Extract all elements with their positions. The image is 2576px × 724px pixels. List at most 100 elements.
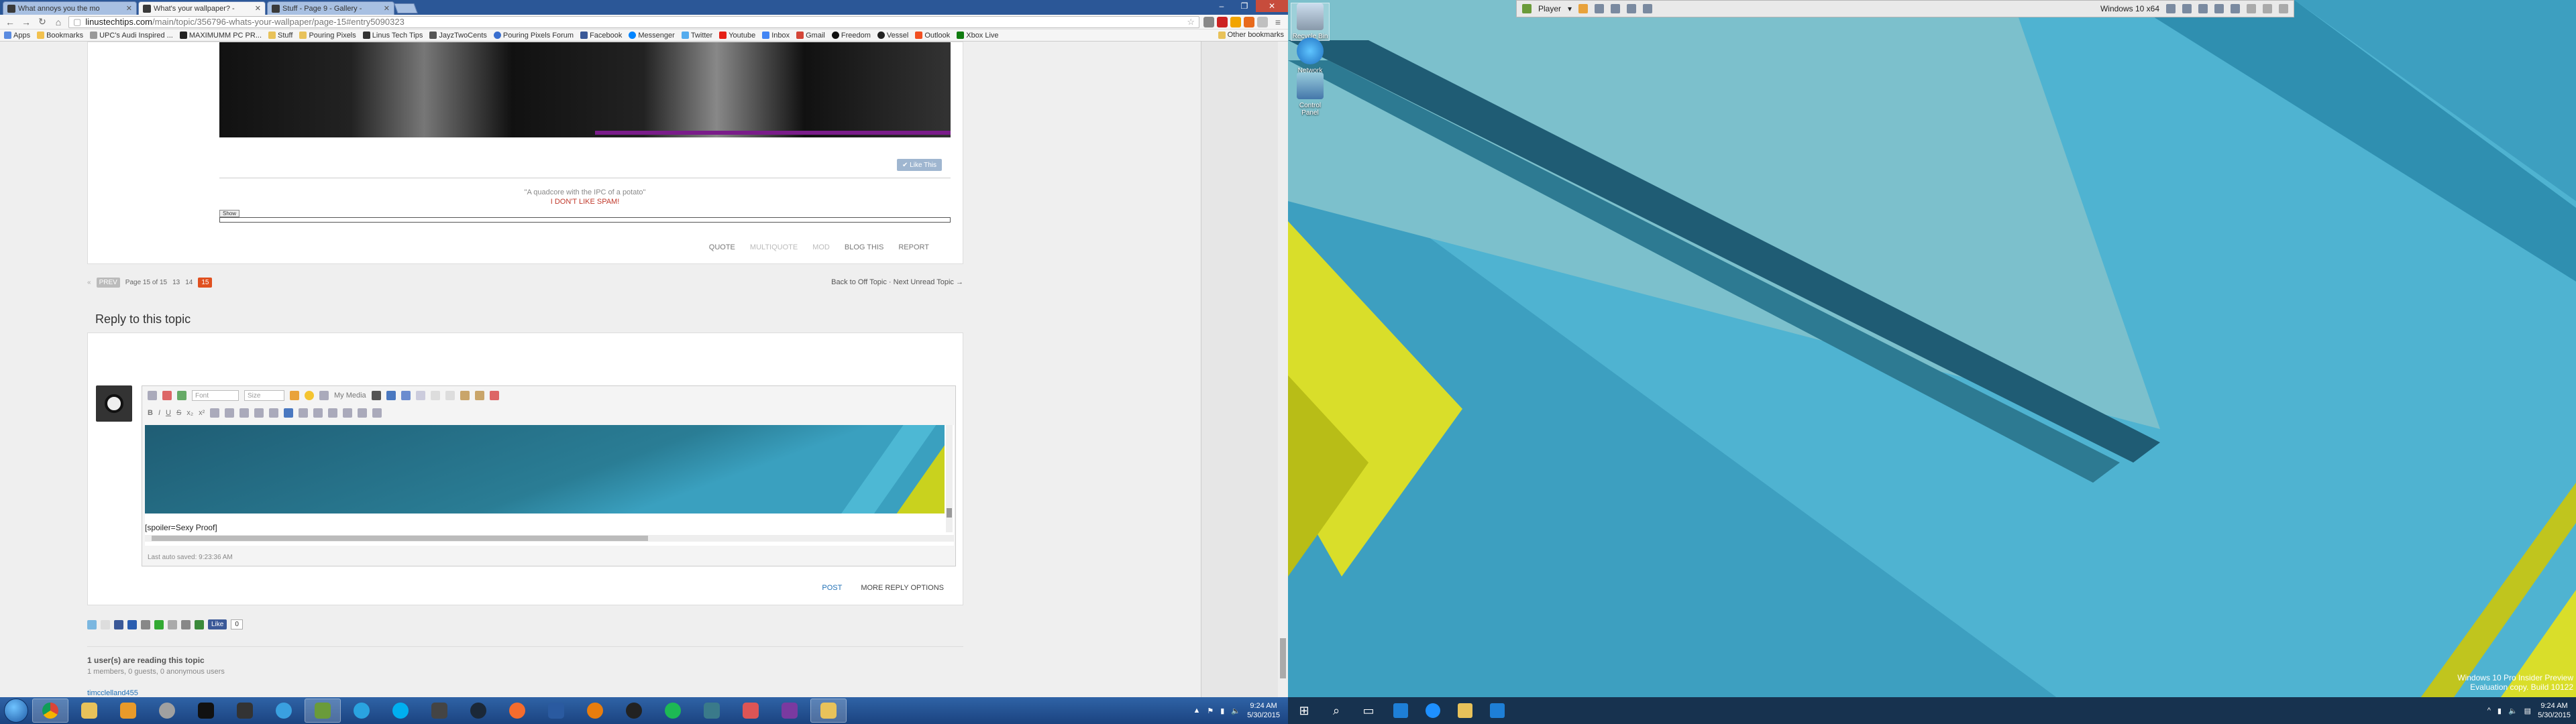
- taskbar-app[interactable]: [616, 699, 652, 723]
- desktop-icon-network[interactable]: Network: [1291, 38, 1330, 74]
- extension-icon[interactable]: [1217, 16, 1228, 27]
- undo-icon[interactable]: [400, 391, 411, 400]
- taskbar-blender[interactable]: [577, 699, 613, 723]
- digg-icon[interactable]: [141, 619, 150, 629]
- network-adapter-icon[interactable]: [2198, 4, 2208, 13]
- tab-wallpaper[interactable]: What's your wallpaper? - ✕: [138, 1, 266, 15]
- post-button[interactable]: POST: [822, 584, 842, 592]
- blog-this-button[interactable]: BLOG THIS: [845, 243, 883, 251]
- reader-username-link[interactable]: timcclelland455: [87, 689, 138, 697]
- close-tab-icon[interactable]: ✕: [126, 4, 132, 13]
- close-tab-icon[interactable]: ✕: [384, 4, 390, 13]
- bookmark-item[interactable]: Apps: [4, 32, 30, 40]
- email-icon[interactable]: [168, 619, 177, 629]
- media-icon[interactable]: [319, 391, 329, 400]
- bookmark-item[interactable]: Vessel: [877, 32, 908, 40]
- bookmark-item[interactable]: Gmail: [796, 32, 825, 40]
- copy-icon[interactable]: [445, 391, 455, 400]
- paste-text-icon[interactable]: [474, 391, 484, 400]
- subscript-icon[interactable]: x₂: [186, 409, 193, 417]
- align-left-icon[interactable]: [328, 408, 338, 418]
- taskbar-app[interactable]: [227, 699, 263, 723]
- code-icon[interactable]: [371, 391, 381, 400]
- bookmark-item[interactable]: Inbox: [762, 32, 790, 40]
- quote-icon[interactable]: [239, 408, 250, 418]
- pause-icon[interactable]: [1578, 4, 1589, 13]
- bookmark-folder[interactable]: Stuff: [268, 32, 292, 40]
- bookmark-item[interactable]: Messenger: [629, 32, 675, 40]
- taskbar-media[interactable]: [110, 699, 146, 723]
- list-icon[interactable]: [177, 391, 186, 400]
- font-select[interactable]: Font: [192, 390, 239, 401]
- justify-icon[interactable]: [372, 408, 382, 418]
- taskbar-app[interactable]: [188, 699, 224, 723]
- removable-devices-icon[interactable]: [1611, 4, 1621, 13]
- editor-content[interactable]: [spoiler=Sexy Proof]: [145, 425, 954, 546]
- minimize-icon[interactable]: –: [1210, 0, 1233, 12]
- bookmark-item[interactable]: Xbox Live: [957, 32, 999, 40]
- address-bar[interactable]: ▢ linustechtips.com/main/topic/356796-wh…: [68, 15, 1199, 28]
- stumble-icon[interactable]: [154, 619, 164, 629]
- topic-nav-links[interactable]: Back to Off Topic · Next Unread Topic →: [831, 278, 963, 286]
- indent-icon[interactable]: [269, 408, 279, 418]
- spoiler-show-button[interactable]: Show: [219, 210, 240, 217]
- italic-icon[interactable]: I: [158, 409, 160, 417]
- unlink-icon[interactable]: [299, 408, 309, 418]
- report-button[interactable]: REPORT: [898, 243, 929, 251]
- page-link[interactable]: 14: [185, 279, 193, 286]
- show-hidden-icons[interactable]: ▲: [1193, 707, 1201, 715]
- bookmark-item[interactable]: Bookmarks: [37, 32, 83, 40]
- taskbar-app[interactable]: [149, 699, 185, 723]
- usb-icon[interactable]: [2214, 4, 2224, 13]
- prev-page-button[interactable]: PREV: [96, 277, 120, 288]
- close-icon[interactable]: [2279, 4, 2288, 13]
- bookmark-item[interactable]: Outlook: [915, 32, 950, 40]
- player-menu[interactable]: Player: [1538, 4, 1561, 13]
- action-center-icon[interactable]: ▤: [2524, 707, 2531, 715]
- link-icon[interactable]: [284, 408, 294, 418]
- taskbar-origin[interactable]: [499, 699, 535, 723]
- numbered-list-icon[interactable]: [225, 408, 235, 418]
- task-view-icon[interactable]: ▭: [1352, 697, 1385, 724]
- bookmark-item[interactable]: MAXIMUMM PC PR...: [179, 32, 262, 40]
- taskbar-app[interactable]: [771, 699, 808, 723]
- taskbar-steam[interactable]: [460, 699, 496, 723]
- desktop-icon-control-panel[interactable]: Control Panel: [1291, 72, 1330, 117]
- clock[interactable]: 9:24 AM 5/30/2015: [1247, 701, 1280, 720]
- maximize-icon[interactable]: ❐: [1233, 0, 1256, 12]
- close-icon[interactable]: ✕: [1256, 0, 1288, 12]
- bookmark-item[interactable]: Pouring Pixels Forum: [493, 32, 574, 40]
- bookmark-item[interactable]: Facebook: [580, 32, 622, 40]
- taskbar-skype[interactable]: [382, 699, 419, 723]
- network-icon[interactable]: ▮: [1220, 707, 1224, 715]
- send-keys-icon[interactable]: [1595, 4, 1605, 13]
- taskbar-edge[interactable]: [1417, 697, 1449, 724]
- vm-clock[interactable]: 9:24 AM 5/30/2015: [2538, 701, 2571, 720]
- paste-icon[interactable]: [460, 391, 470, 400]
- taskbar-outlook[interactable]: [1481, 697, 1513, 724]
- volume-icon[interactable]: 🔈: [1231, 707, 1240, 715]
- cd-icon[interactable]: [2182, 4, 2192, 13]
- taskbar-telegram[interactable]: [343, 699, 380, 723]
- start-button[interactable]: ⊞: [1288, 697, 1320, 724]
- image-icon[interactable]: [386, 391, 396, 400]
- bookmark-folder[interactable]: Pouring Pixels: [299, 32, 356, 40]
- forward-icon[interactable]: →: [20, 16, 32, 28]
- minimize-icon[interactable]: [2247, 4, 2256, 13]
- emoticon-icon[interactable]: [305, 391, 314, 400]
- outdent-icon[interactable]: [254, 408, 264, 418]
- other-bookmarks[interactable]: Other bookmarks: [1218, 31, 1284, 39]
- more-reply-options-button[interactable]: MORE REPLY OPTIONS: [861, 584, 944, 592]
- tab-stuff-gallery[interactable]: Stuff - Page 9 - Gallery - ✕: [267, 1, 394, 15]
- bookmark-item[interactable]: UPC's Audi Inspired ...: [90, 32, 173, 40]
- desktop-icon-recycle-bin[interactable]: Recycle Bin: [1291, 3, 1330, 41]
- superscript-icon[interactable]: x²: [199, 409, 205, 417]
- signature-link[interactable]: I DON'T LIKE SPAM!: [219, 198, 951, 206]
- volume-icon[interactable]: 🔈: [2508, 707, 2518, 715]
- align-right-icon[interactable]: [358, 408, 368, 418]
- taskbar-app[interactable]: [266, 699, 302, 723]
- tab-annoys[interactable]: What annoys you the mo ✕: [3, 1, 137, 15]
- editor-horizontal-scrollbar[interactable]: [145, 535, 954, 542]
- star-icon[interactable]: ☆: [1187, 17, 1195, 27]
- editor-text[interactable]: [spoiler=Sexy Proof]: [145, 523, 217, 532]
